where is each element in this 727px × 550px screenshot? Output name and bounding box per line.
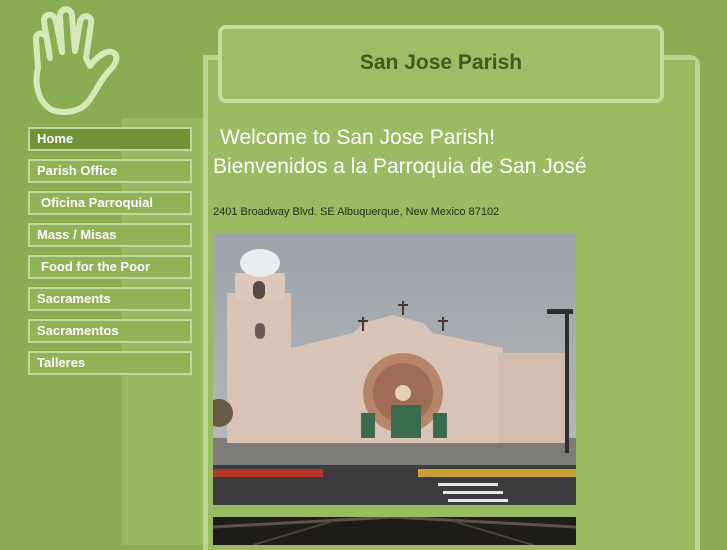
main-nav: Home Parish Office Oficina Parroquial Ma… — [28, 127, 192, 383]
welcome-heading-en: Welcome to San Jose Parish! — [220, 126, 496, 149]
church-photo — [213, 233, 576, 505]
nav-item-home[interactable]: Home — [28, 127, 192, 151]
nav-item-mass-misas[interactable]: Mass / Misas — [28, 223, 192, 247]
nav-item-sacramentos[interactable]: Sacramentos — [28, 319, 192, 343]
site-title: San Jose Parish — [359, 51, 523, 74]
parish-address: 2401 Broadway Blvd. SE Albuquerque, New … — [213, 206, 500, 218]
nav-item-parish-office[interactable]: Parish Office — [28, 159, 192, 183]
interior-photo — [213, 517, 576, 545]
header-banner: San Jose Parish — [218, 25, 664, 103]
nav-item-sacraments[interactable]: Sacraments — [28, 287, 192, 311]
nav-item-food-for-the-poor[interactable]: Food for the Poor — [28, 255, 192, 279]
welcome-heading-es: Bienvenidos a la Parroquia de San José — [213, 155, 587, 178]
nav-item-oficina-parroquial[interactable]: Oficina Parroquial — [28, 191, 192, 215]
nav-item-talleres[interactable]: Talleres — [28, 351, 192, 375]
hand-logo-icon — [32, 6, 120, 115]
